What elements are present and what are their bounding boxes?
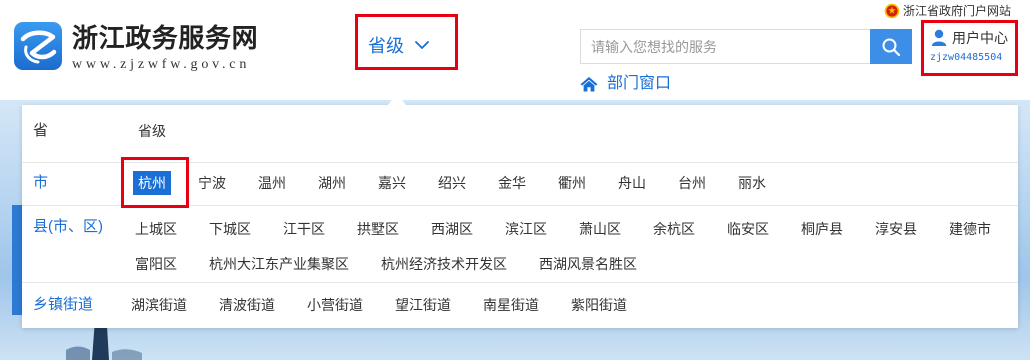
chevron-down-icon bbox=[415, 40, 429, 49]
city-item[interactable]: 湖州 bbox=[313, 171, 351, 195]
township-item[interactable]: 望江街道 bbox=[390, 293, 456, 317]
county-item[interactable]: 滨江区 bbox=[500, 217, 552, 241]
county-item[interactable]: 萧山区 bbox=[574, 217, 626, 241]
region-row-label: 县(市、区) bbox=[33, 218, 103, 235]
county-item[interactable]: 西湖区 bbox=[426, 217, 478, 241]
county-item[interactable]: 淳安县 bbox=[870, 217, 922, 241]
dept-window-link[interactable]: 部门窗口 bbox=[580, 74, 671, 94]
dropdown-caret bbox=[388, 93, 406, 105]
city-item[interactable]: 衢州 bbox=[553, 171, 591, 195]
gov-portal-label: 浙江省政府门户网站 bbox=[903, 4, 1012, 18]
background-side-tab bbox=[12, 205, 22, 315]
township-item[interactable]: 小营街道 bbox=[302, 293, 368, 317]
county-item[interactable]: 杭州经济技术开发区 bbox=[376, 252, 512, 276]
county-item[interactable]: 西湖风景名胜区 bbox=[534, 252, 642, 276]
county-item[interactable]: 桐庐县 bbox=[796, 217, 848, 241]
city-item[interactable]: 宁波 bbox=[193, 171, 231, 195]
username: zjzw04485504 bbox=[930, 52, 1003, 63]
user-center-label: 用户中心 bbox=[952, 30, 1008, 46]
region-row-label: 市 bbox=[33, 174, 49, 191]
search-icon bbox=[882, 38, 901, 56]
site-url: www.zjzwfw.gov.cn bbox=[72, 57, 251, 72]
township-item[interactable]: 清波街道 bbox=[214, 293, 280, 317]
header: 浙江政务服务网 www.zjzwfw.gov.cn 省级 浙江省政府门户网站 用… bbox=[0, 0, 1030, 100]
region-row-county: 县(市、区) 上城区 下城区 江干区 拱墅区 西湖区 滨江区 萧山区 余杭区 临… bbox=[22, 205, 1018, 282]
region-row-township: 乡镇街道 湖滨街道 清波街道 小营街道 望江街道 南星街道 紫阳街道 bbox=[22, 282, 1018, 328]
township-item[interactable]: 紫阳街道 bbox=[566, 293, 632, 317]
county-item[interactable]: 江干区 bbox=[278, 217, 330, 241]
city-item[interactable]: 绍兴 bbox=[433, 171, 471, 195]
city-item[interactable]: 温州 bbox=[253, 171, 291, 195]
county-item[interactable]: 建德市 bbox=[944, 217, 996, 241]
region-row-city: 市 杭州 宁波 温州 湖州 嘉兴 绍兴 金华 衢州 舟山 台州 丽水 bbox=[22, 162, 1018, 205]
region-selector-label: 省级 bbox=[368, 36, 404, 56]
gov-portal-link[interactable]: 浙江省政府门户网站 bbox=[884, 2, 1011, 20]
city-item[interactable]: 台州 bbox=[673, 171, 711, 195]
region-row-province: 省 省级 bbox=[22, 105, 1018, 162]
county-item[interactable]: 临安区 bbox=[722, 217, 774, 241]
county-item[interactable]: 富阳区 bbox=[130, 252, 182, 276]
search-input[interactable] bbox=[580, 29, 870, 64]
region-panel: 省 省级 市 杭州 宁波 温州 湖州 嘉兴 绍兴 金华 衢州 舟山 台州 丽水 … bbox=[22, 105, 1018, 328]
search-button[interactable] bbox=[870, 29, 912, 64]
county-item[interactable]: 下城区 bbox=[204, 217, 256, 241]
county-item[interactable]: 上城区 bbox=[130, 217, 182, 241]
site-title[interactable]: 浙江政务服务网 bbox=[72, 21, 258, 55]
user-icon bbox=[931, 29, 947, 46]
township-item[interactable]: 湖滨街道 bbox=[126, 293, 192, 317]
province-item[interactable]: 省级 bbox=[133, 119, 171, 143]
region-row-label: 省 bbox=[33, 122, 49, 139]
city-item[interactable]: 丽水 bbox=[733, 171, 771, 195]
city-item[interactable]: 杭州 bbox=[133, 171, 171, 195]
city-item[interactable]: 金华 bbox=[493, 171, 531, 195]
township-item[interactable]: 南星街道 bbox=[478, 293, 544, 317]
county-item[interactable]: 杭州大江东产业集聚区 bbox=[204, 252, 354, 276]
dept-window-label: 部门窗口 bbox=[607, 75, 672, 92]
city-item[interactable]: 嘉兴 bbox=[373, 171, 411, 195]
city-item[interactable]: 舟山 bbox=[613, 171, 651, 195]
home-icon bbox=[580, 77, 598, 92]
site-logo[interactable] bbox=[14, 22, 62, 70]
region-selector[interactable]: 省级 bbox=[368, 31, 429, 59]
region-row-label: 乡镇街道 bbox=[33, 296, 94, 313]
county-item[interactable]: 拱墅区 bbox=[352, 217, 404, 241]
county-item[interactable]: 余杭区 bbox=[648, 217, 700, 241]
national-emblem-icon bbox=[884, 3, 900, 19]
